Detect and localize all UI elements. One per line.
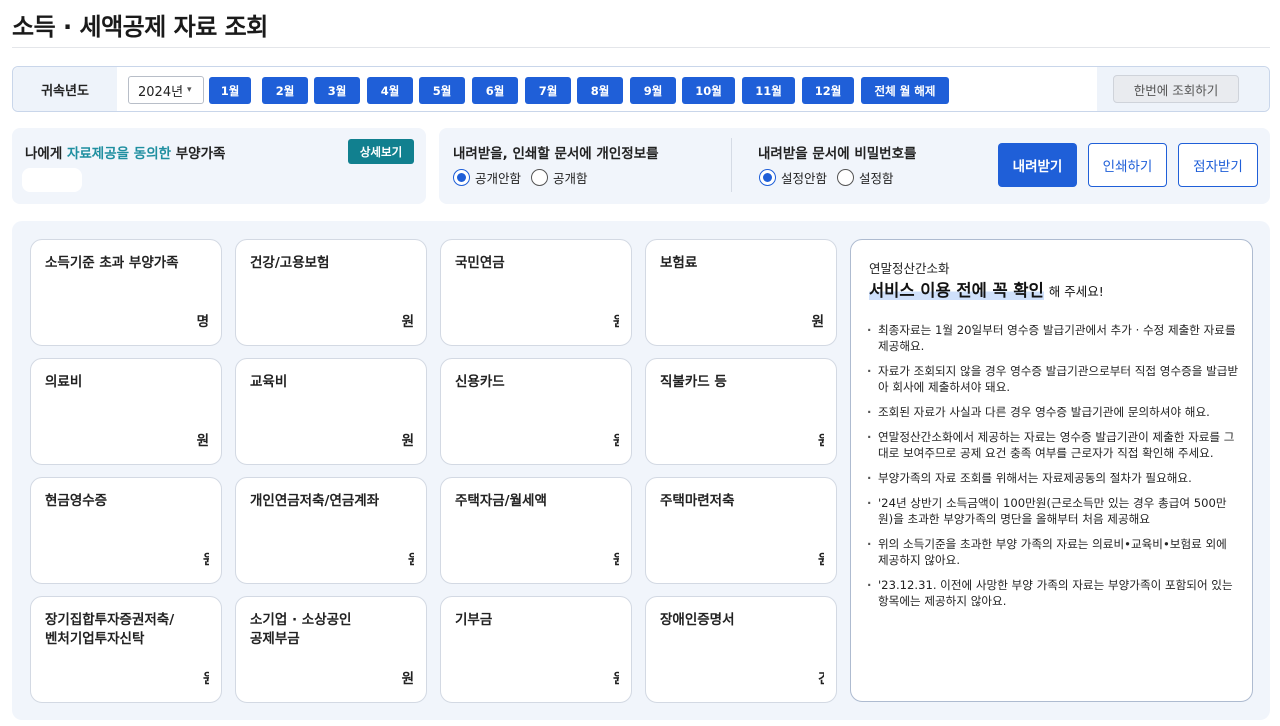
card-disability-certificate[interactable]: 장애인증명서 건	[645, 596, 837, 703]
notice-item: 최종자료는 1월 20일부터 영수증 발급기관에서 추가 · 수정 제출한 자료…	[867, 322, 1239, 354]
notice-panel: 연말정산간소화 서비스 이용 전에 꼭 확인해 주세요! 최종자료는 1월 20…	[850, 239, 1253, 702]
notice-kicker: 연말정산간소화	[869, 261, 950, 276]
dependent-chip[interactable]	[22, 168, 82, 192]
card-small-business-mutual-aid[interactable]: 소기업 · 소상공인 공제부금 원	[235, 596, 427, 703]
print-button[interactable]: 인쇄하기	[1088, 143, 1167, 187]
notice-headline: 서비스 이용 전에 꼭 확인 해 주세요!	[869, 281, 1104, 300]
card-credit-card[interactable]: 신용카드 원	[440, 358, 632, 465]
card-debit-card[interactable]: 직불카드 등 원	[645, 358, 837, 465]
privacy-show-label: 공개함	[553, 171, 588, 186]
notice-item: '23.12.31. 이전에 사망한 부양 가족의 자료는 부양가족이 포함되어…	[867, 577, 1239, 609]
month-button-6[interactable]: 6월	[472, 77, 518, 104]
month-button-7[interactable]: 7월	[525, 77, 571, 104]
notice-item: 연말정산간소화에서 제공하는 자료는 영수증 발급기관이 제출한 자료를 그대로…	[867, 429, 1239, 461]
month-button-10[interactable]: 10월	[682, 77, 735, 104]
notice-item: '24년 상반기 소득금액이 100만원(근로소득만 있는 경우 총급여 500…	[867, 495, 1239, 527]
card-donation[interactable]: 기부금 원	[440, 596, 632, 703]
page-title: 소득 · 세액공제 자료 조회	[12, 13, 268, 41]
query-all-cell: 한번에 조회하기	[1097, 67, 1269, 111]
detail-view-button[interactable]: 상세보기	[348, 139, 414, 164]
card-health-employment-insurance[interactable]: 건강/고용보험 원	[235, 239, 427, 346]
chevron-down-icon: ▾	[187, 85, 192, 95]
card-housing-savings[interactable]: 주택마련저축 원	[645, 477, 837, 584]
password-radio-group: 설정안함 설정함	[759, 168, 894, 187]
options-divider	[731, 138, 732, 192]
notice-item: 조회된 자료가 사실과 다른 경우 영수증 발급기관에 문의하셔야 해요.	[867, 404, 1239, 420]
password-on-label: 설정함	[859, 171, 894, 186]
year-label: 귀속년도	[13, 67, 117, 111]
card-medical-expenses[interactable]: 의료비 원	[30, 358, 222, 465]
privacy-option-title: 내려받을, 인쇄할 문서에 개인정보를	[453, 146, 659, 162]
month-button-9[interactable]: 9월	[630, 77, 676, 104]
month-button-11[interactable]: 11월	[742, 77, 795, 104]
password-option-title: 내려받을 문서에 비밀번호를	[758, 146, 917, 162]
card-insurance-premium[interactable]: 보험료 원	[645, 239, 837, 346]
document-options-panel: 내려받을, 인쇄할 문서에 개인정보를 공개안함 공개함 내려받을 문서에 비밀…	[439, 128, 1270, 204]
password-on-radio[interactable]	[837, 169, 855, 186]
card-long-term-fund-venture[interactable]: 장기집합투자증권저축/벤처기업투자신탁 원	[30, 596, 222, 703]
notice-item: 부양가족의 자료 조회를 위해서는 자료제공동의 절차가 필요해요.	[867, 470, 1239, 486]
privacy-show-radio[interactable]	[531, 169, 549, 186]
query-all-button[interactable]: 한번에 조회하기	[1113, 75, 1239, 103]
password-off-radio[interactable]	[759, 169, 776, 186]
dependents-title-highlight: 자료제공을 동의한	[66, 146, 172, 162]
card-national-pension[interactable]: 국민연금 원	[440, 239, 632, 346]
month-button-5[interactable]: 5월	[419, 77, 465, 104]
clear-all-months-button[interactable]: 전체 월 해제	[861, 77, 949, 104]
password-off-label: 설정안함	[781, 171, 828, 186]
month-button-1[interactable]: 1월	[209, 77, 251, 104]
braille-button[interactable]: 점자받기	[1178, 143, 1258, 187]
download-button[interactable]: 내려받기	[998, 143, 1077, 187]
privacy-radio-group: 공개안함 공개함	[453, 168, 588, 187]
year-value: 2024년	[138, 84, 184, 100]
year-select[interactable]: 2024년 ▾	[128, 76, 204, 104]
month-button-2[interactable]: 2월	[262, 77, 308, 104]
privacy-hide-label: 공개안함	[475, 171, 522, 186]
dependents-title: 나에게 자료제공을 동의한 부양가족	[25, 146, 226, 162]
notice-item: 위의 소득기준을 초과한 부양 가족의 자료는 의료비•교육비•보험료 외에 제…	[867, 536, 1239, 568]
month-button-4[interactable]: 4월	[367, 77, 413, 104]
title-divider	[12, 47, 1270, 48]
month-button-12[interactable]: 12월	[802, 77, 854, 104]
notice-list: 최종자료는 1월 20일부터 영수증 발급기관에서 추가 · 수정 제출한 자료…	[867, 322, 1239, 618]
month-button-3[interactable]: 3월	[314, 77, 360, 104]
privacy-hide-radio[interactable]	[453, 169, 470, 186]
card-personal-pension-savings[interactable]: 개인연금저축/연금계좌 원	[235, 477, 427, 584]
deduction-cards-area: 소득기준 초과 부양가족 명 건강/고용보험 원 국민연금 원 보험료 원 의료…	[12, 221, 1270, 720]
notice-item: 자료가 조회되지 않을 경우 영수증 발급기관으로부터 직접 영수증을 발급받아…	[867, 363, 1239, 395]
year-month-bar: 귀속년도 2024년 ▾ 1월 2월 3월 4월 5월 6월 7월 8월 9월 …	[12, 66, 1270, 112]
month-button-8[interactable]: 8월	[577, 77, 623, 104]
dependents-panel: 나에게 자료제공을 동의한 부양가족 상세보기	[12, 128, 426, 204]
card-housing-fund-rent[interactable]: 주택자금/월세액 원	[440, 477, 632, 584]
card-cash-receipt[interactable]: 현금영수증 원	[30, 477, 222, 584]
card-education-expenses[interactable]: 교육비 원	[235, 358, 427, 465]
card-income-exceeded-dependents[interactable]: 소득기준 초과 부양가족 명	[30, 239, 222, 346]
